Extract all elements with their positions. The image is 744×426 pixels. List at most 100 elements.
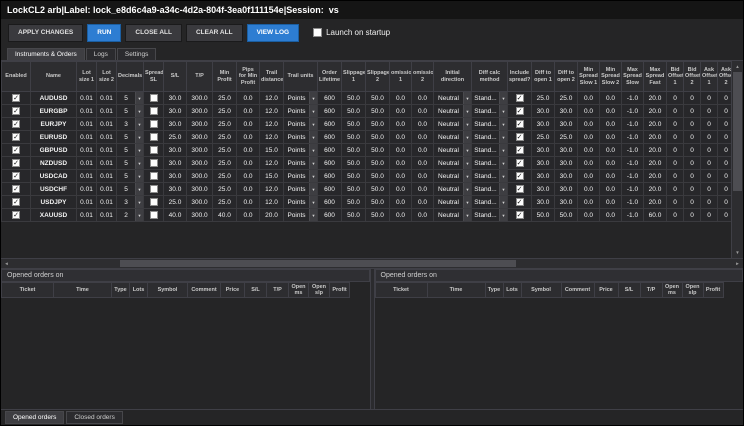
sl-input[interactable]: 40.0 xyxy=(164,209,186,221)
diff-open1-input[interactable]: 30.0 xyxy=(532,118,554,130)
decimals-select[interactable]: 5▼ xyxy=(117,92,143,104)
sl-input[interactable]: 30.0 xyxy=(164,92,186,104)
bid-offset2-input[interactable]: 0 xyxy=(684,196,700,208)
diff-open2-input[interactable]: 25.0 xyxy=(555,92,577,104)
min-spread-slow2-input[interactable]: 0.0 xyxy=(600,183,621,195)
ask-offset1-input[interactable]: 0 xyxy=(701,209,717,221)
trail-units-select[interactable]: Points▼ xyxy=(284,105,317,117)
tp-input[interactable]: 300.0 xyxy=(187,92,212,104)
tp-input[interactable]: 300.0 xyxy=(187,170,212,182)
orders-col-open-ms[interactable]: Open ms xyxy=(289,283,309,298)
tp-input[interactable]: 300.0 xyxy=(187,196,212,208)
spread-sl-checkbox[interactable] xyxy=(150,159,158,167)
ask-offset1-input[interactable]: 0 xyxy=(701,196,717,208)
pips-min-profit-input[interactable]: 0.0 xyxy=(237,105,259,117)
min-profit-input[interactable]: 25.0 xyxy=(213,144,236,156)
lot2-input[interactable]: 0.01 xyxy=(97,92,116,104)
commission1-input[interactable]: 0.0 xyxy=(390,131,411,143)
trail-distance-input[interactable]: 15.0 xyxy=(260,170,283,182)
col-header-min-spread-slow-2[interactable]: Min Spread Slow 2 xyxy=(600,62,622,92)
slippage1-input[interactable]: 50.0 xyxy=(342,118,365,130)
tp-input[interactable]: 300.0 xyxy=(187,183,212,195)
diff-open1-input[interactable]: 50.0 xyxy=(532,209,554,221)
tab-instruments-orders[interactable]: Instruments & Orders xyxy=(7,48,85,60)
trail-units-select[interactable]: Points▼ xyxy=(284,131,317,143)
max-spread-slow-input[interactable]: -1.0 xyxy=(622,183,643,195)
scroll-down-icon[interactable]: ▼ xyxy=(732,247,743,258)
ask-offset1-input[interactable]: 0 xyxy=(701,183,717,195)
orders-col-lots[interactable]: Lots xyxy=(130,283,148,298)
initial-direction-select[interactable]: Neutral▼ xyxy=(434,118,471,130)
ask-offset1-input[interactable]: 0 xyxy=(701,131,717,143)
tab-logs[interactable]: Logs xyxy=(86,48,116,60)
slippage2-input[interactable]: 50.0 xyxy=(366,144,389,156)
col-header-bid-offset-2[interactable]: Bid Offset 2 xyxy=(684,62,701,92)
max-spread-slow-input[interactable]: -1.0 xyxy=(622,196,643,208)
tp-input[interactable]: 300.0 xyxy=(187,131,212,143)
initial-direction-select[interactable]: Neutral▼ xyxy=(434,196,471,208)
trail-units-select[interactable]: Points▼ xyxy=(284,118,317,130)
diff-calc-method-select[interactable]: Stand...▼ xyxy=(472,157,507,169)
orders-col-lots[interactable]: Lots xyxy=(503,283,521,298)
diff-open2-input[interactable]: 30.0 xyxy=(555,105,577,117)
pips-min-profit-input[interactable]: 0.0 xyxy=(237,131,259,143)
min-profit-input[interactable]: 25.0 xyxy=(213,183,236,195)
enabled-checkbox[interactable]: ✓ xyxy=(12,94,20,102)
bid-offset1-input[interactable]: 0 xyxy=(667,170,683,182)
min-profit-input[interactable]: 40.0 xyxy=(213,209,236,221)
col-header-diff-to-open-1[interactable]: Diff to open 1 xyxy=(532,62,555,92)
slippage1-input[interactable]: 50.0 xyxy=(342,105,365,117)
run-button[interactable]: RUN xyxy=(87,24,121,42)
tab-settings[interactable]: Settings xyxy=(117,48,157,60)
min-spread-slow2-input[interactable]: 0.0 xyxy=(600,144,621,156)
tp-input[interactable]: 300.0 xyxy=(187,118,212,130)
col-header-ask-offset-1[interactable]: Ask Offset 1 xyxy=(701,62,718,92)
decimals-select[interactable]: 5▼ xyxy=(117,144,143,156)
col-header-max-spread-fast[interactable]: Max Spread Fast xyxy=(644,62,667,92)
diff-calc-method-select[interactable]: Stand...▼ xyxy=(472,105,507,117)
diff-open2-input[interactable]: 30.0 xyxy=(555,144,577,156)
max-spread-slow-input[interactable]: -1.0 xyxy=(622,105,643,117)
col-header-diff-calc-method[interactable]: Diff calc method xyxy=(472,62,508,92)
spread-sl-checkbox[interactable] xyxy=(150,146,158,154)
orders-col-symbol[interactable]: Symbol xyxy=(148,283,188,298)
trail-distance-input[interactable]: 12.0 xyxy=(260,118,283,130)
min-spread-slow1-input[interactable]: 0.0 xyxy=(578,183,599,195)
lifetime-input[interactable]: 600 xyxy=(318,131,341,143)
hscroll-track[interactable] xyxy=(12,259,732,268)
col-header-order-lifetime[interactable]: Order Lifetime xyxy=(318,62,342,92)
spread-sl-checkbox[interactable] xyxy=(150,107,158,115)
min-spread-slow2-input[interactable]: 0.0 xyxy=(600,105,621,117)
min-spread-slow2-input[interactable]: 0.0 xyxy=(600,157,621,169)
initial-direction-select[interactable]: Neutral▼ xyxy=(434,157,471,169)
slippage2-input[interactable]: 50.0 xyxy=(366,131,389,143)
col-header-slippage-1[interactable]: Slippage 1 xyxy=(342,62,366,92)
trail-distance-input[interactable]: 12.0 xyxy=(260,157,283,169)
commission2-input[interactable]: 0.0 xyxy=(412,105,433,117)
min-profit-input[interactable]: 25.0 xyxy=(213,157,236,169)
orders-col-open-ms[interactable]: Open ms xyxy=(662,283,682,298)
commission1-input[interactable]: 0.0 xyxy=(390,157,411,169)
bid-offset2-input[interactable]: 0 xyxy=(684,105,700,117)
col-header-min-spread-slow-1[interactable]: Min Spread Slow 1 xyxy=(578,62,600,92)
lot1-input[interactable]: 0.01 xyxy=(77,170,96,182)
lifetime-input[interactable]: 600 xyxy=(318,196,341,208)
initial-direction-select[interactable]: Neutral▼ xyxy=(434,209,471,221)
col-header-s-l[interactable]: S/L xyxy=(164,62,187,92)
lifetime-input[interactable]: 600 xyxy=(318,157,341,169)
decimals-select[interactable]: 5▼ xyxy=(117,183,143,195)
bid-offset2-input[interactable]: 0 xyxy=(684,183,700,195)
spread-sl-checkbox[interactable] xyxy=(150,120,158,128)
titlebar[interactable]: LockCL2 arb|Label: lock_e8d6c4a9-a34c-4d… xyxy=(1,1,743,19)
trail-units-select[interactable]: Points▼ xyxy=(284,92,317,104)
orders-col-profit[interactable]: Profit xyxy=(703,283,723,298)
ask-offset2-input[interactable]: 0 xyxy=(718,209,731,221)
max-spread-fast-input[interactable]: 20.0 xyxy=(644,157,666,169)
commission1-input[interactable]: 0.0 xyxy=(390,92,411,104)
commission1-input[interactable]: 0.0 xyxy=(390,196,411,208)
lot2-input[interactable]: 0.01 xyxy=(97,196,116,208)
slippage1-input[interactable]: 50.0 xyxy=(342,183,365,195)
sl-input[interactable]: 30.0 xyxy=(164,144,186,156)
slippage2-input[interactable]: 50.0 xyxy=(366,105,389,117)
diff-open2-input[interactable]: 30.0 xyxy=(555,196,577,208)
